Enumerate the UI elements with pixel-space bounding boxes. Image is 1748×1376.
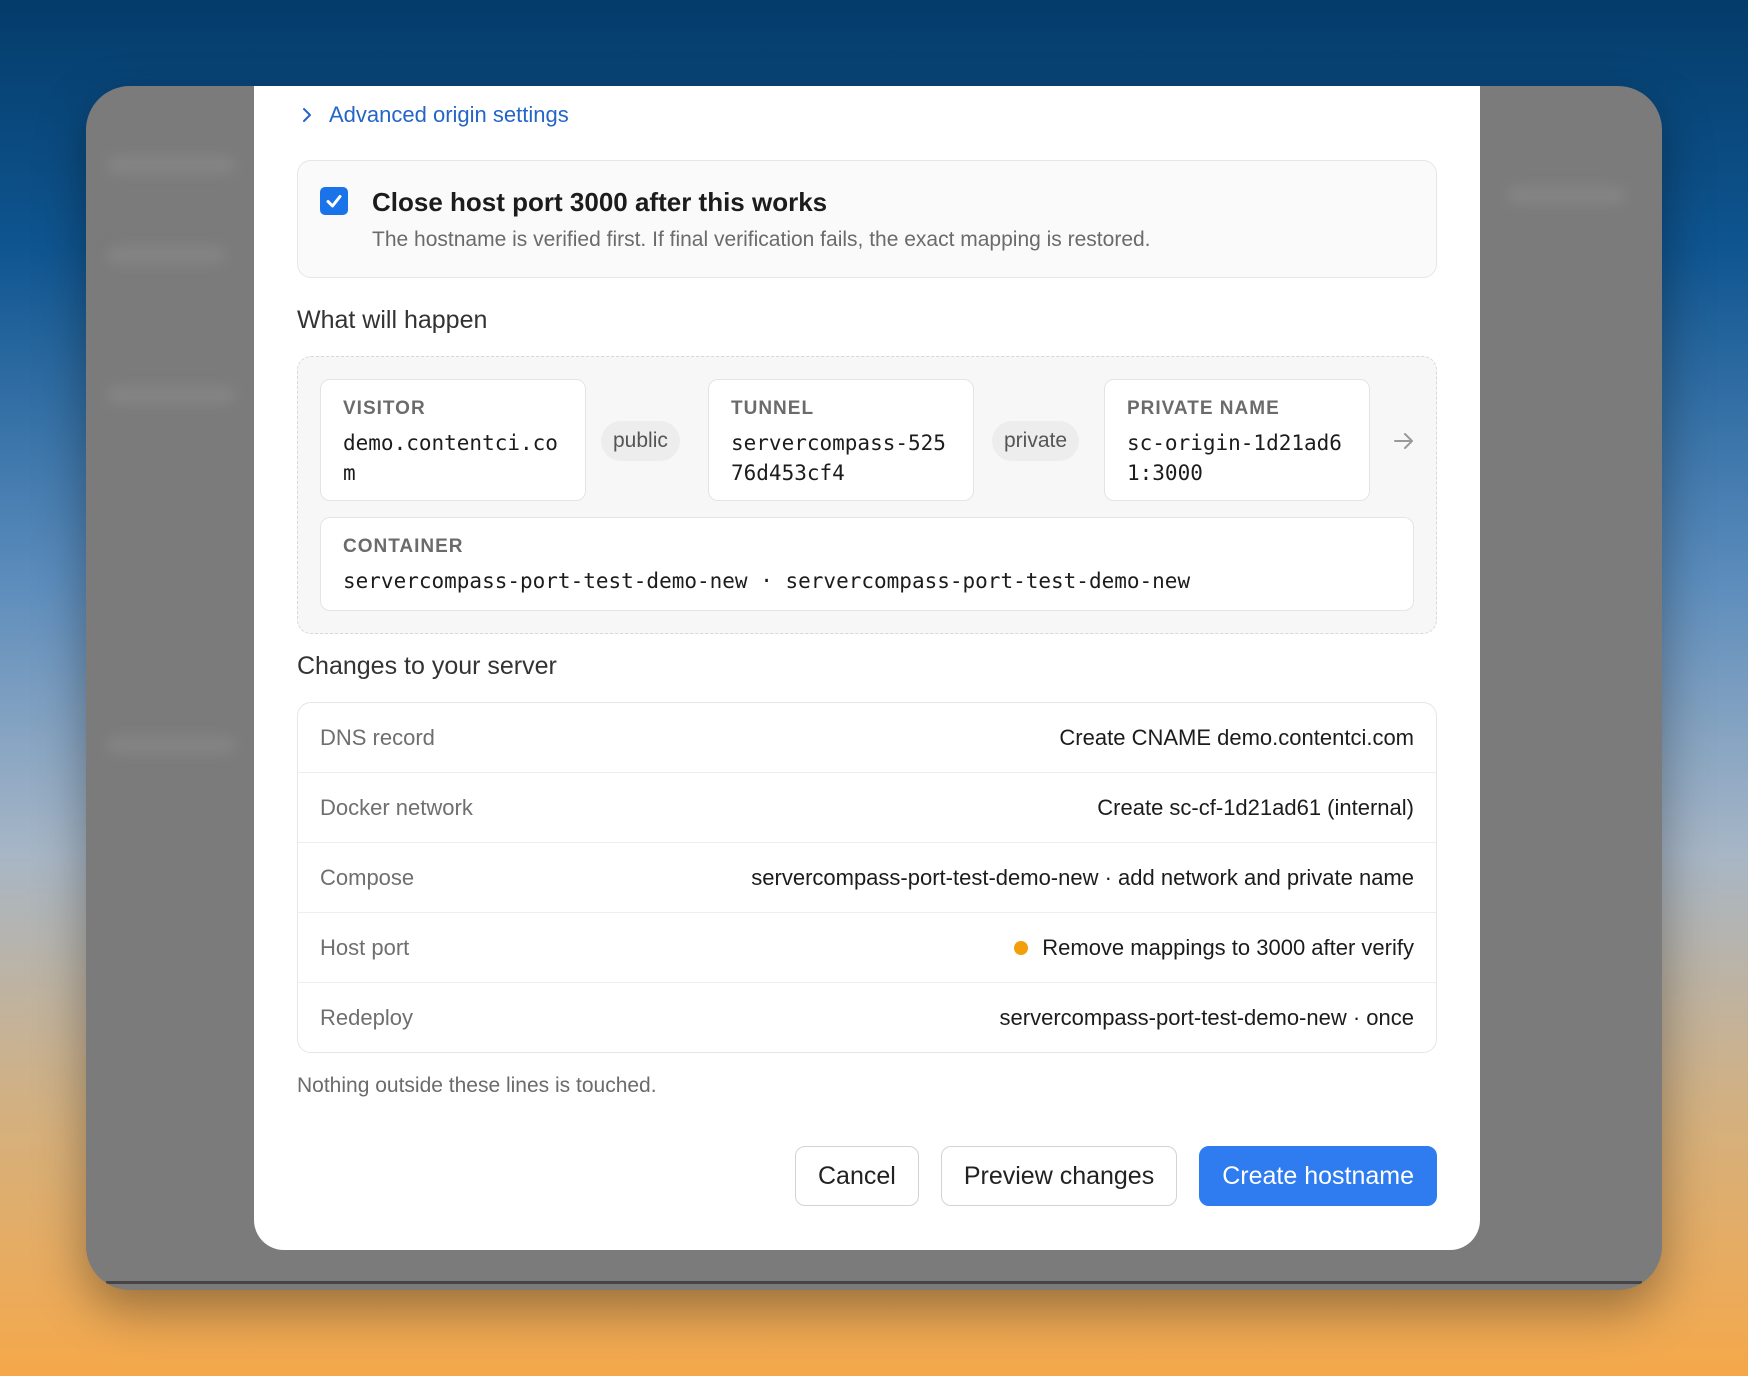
- close-port-title: Close host port 3000 after this works: [372, 187, 828, 217]
- private-name-node: PRIVATE NAME sc-origin-1d21ad61:3000: [1104, 379, 1370, 501]
- blurred-sidebar-item: [106, 156, 236, 174]
- row-label: Docker network: [320, 795, 473, 820]
- row-label: Host port: [320, 935, 410, 960]
- blurred-content-item: [1506, 186, 1626, 204]
- close-port-checkbox[interactable]: [320, 187, 348, 215]
- container-label: CONTAINER: [343, 536, 464, 557]
- tunnel-value: servercompass-52576d453cf4: [731, 431, 946, 485]
- window-bottom-edge: [106, 1281, 1642, 1284]
- blurred-sidebar-item: [106, 736, 236, 754]
- close-port-description: The hostname is verified first. If final…: [372, 228, 1151, 251]
- row-value: servercompass-port-test-demo-new · add n…: [751, 865, 1414, 890]
- blurred-sidebar-item: [106, 386, 236, 404]
- close-port-option: Close host port 3000 after this works Th…: [297, 160, 1437, 278]
- tunnel-label: TUNNEL: [731, 398, 815, 419]
- tunnel-node: TUNNEL servercompass-52576d453cf4: [708, 379, 974, 501]
- table-row: DNS record Create CNAME demo.contentci.c…: [298, 703, 1436, 773]
- chevron-right-icon: [303, 108, 311, 122]
- advanced-origin-settings-toggle[interactable]: Advanced origin settings: [299, 102, 569, 128]
- private-pill: private: [992, 421, 1080, 461]
- what-will-happen-title: What will happen: [297, 306, 488, 334]
- visitor-node: VISITOR demo.contentci.com: [320, 379, 586, 501]
- table-row: Redeploy servercompass-port-test-demo-ne…: [298, 983, 1436, 1052]
- checkmark-icon: [326, 195, 342, 208]
- row-value: Create CNAME demo.contentci.com: [1059, 725, 1414, 750]
- changes-footnote: Nothing outside these lines is touched.: [297, 1074, 657, 1097]
- warning-status-dot: [1014, 940, 1029, 955]
- private-name-label: PRIVATE NAME: [1127, 398, 1280, 419]
- table-row: Host port Remove mappings to 3000 after …: [298, 913, 1436, 983]
- public-pill: public: [601, 421, 680, 461]
- visitor-label: VISITOR: [343, 398, 426, 419]
- changes-table: DNS record Create CNAME demo.contentci.c…: [297, 702, 1437, 1053]
- create-hostname-dialog: Advanced origin settings Close host port…: [254, 86, 1480, 1250]
- preview-changes-button[interactable]: Preview changes: [940, 1146, 1178, 1206]
- row-label: DNS record: [320, 725, 435, 750]
- flow-diagram: VISITOR demo.contentci.com public TUNNEL…: [297, 356, 1437, 634]
- advanced-origin-settings-label: Advanced origin settings: [329, 102, 569, 127]
- row-label: Redeploy: [320, 1005, 413, 1030]
- arrow-right-icon: [1394, 433, 1413, 449]
- create-hostname-button[interactable]: Create hostname: [1199, 1146, 1437, 1206]
- row-label: Compose: [320, 865, 415, 890]
- dialog-actions: Cancel Preview changes Create hostname: [795, 1146, 1437, 1206]
- row-value: servercompass-port-test-demo-new · once: [999, 1005, 1414, 1030]
- table-row: Docker network Create sc-cf-1d21ad61 (in…: [298, 773, 1436, 843]
- row-value-with-status: Remove mappings to 3000 after verify: [1014, 933, 1414, 962]
- cancel-button[interactable]: Cancel: [795, 1146, 919, 1206]
- visitor-value: demo.contentci.com: [343, 431, 558, 485]
- changes-title: Changes to your server: [297, 652, 557, 680]
- table-row: Compose servercompass-port-test-demo-new…: [298, 843, 1436, 913]
- blurred-sidebar-item: [106, 246, 226, 264]
- container-value: servercompass-port-test-demo-new · serve…: [343, 569, 1191, 593]
- container-node: CONTAINER servercompass-port-test-demo-n…: [320, 517, 1414, 611]
- row-value: Create sc-cf-1d21ad61 (internal): [1097, 795, 1414, 820]
- row-value-text: Remove mappings to 3000 after verify: [1042, 935, 1414, 960]
- private-name-value: sc-origin-1d21ad61:3000: [1127, 431, 1342, 485]
